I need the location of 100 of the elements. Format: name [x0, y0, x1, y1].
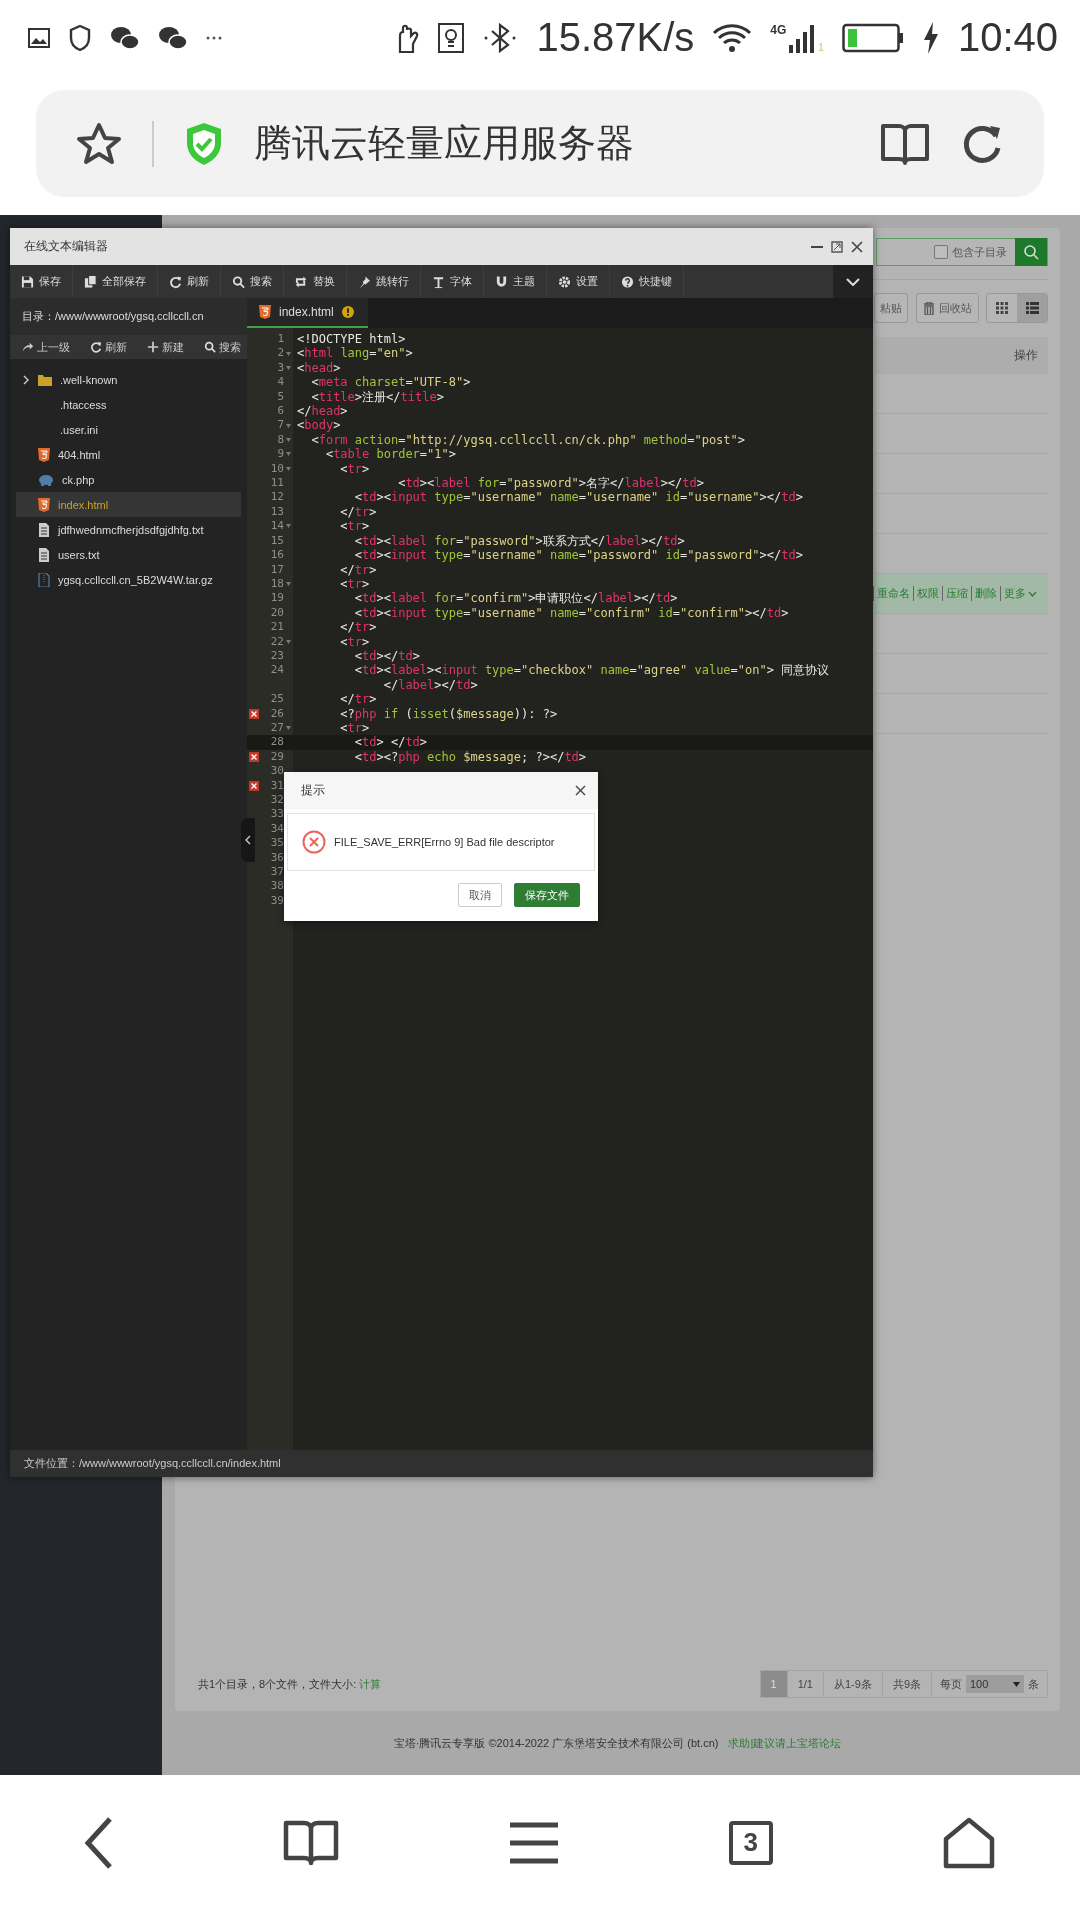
menu-button[interactable] [508, 1820, 560, 1865]
refresh-icon [90, 341, 102, 353]
document-icon [38, 522, 50, 537]
code-line: <td><label for="confirm">申请职位</label></td> [353, 591, 678, 606]
fold-icon[interactable] [286, 639, 291, 644]
file-path: 文件位置：/www/wwwroot/ygsq.ccllccll.cn/index.html [24, 1456, 281, 1471]
fold-icon[interactable] [286, 423, 291, 428]
shield-check-icon [184, 120, 224, 167]
file-item[interactable]: .user.ini [16, 417, 241, 442]
trash-icon [922, 301, 935, 315]
search-icon [1023, 244, 1039, 260]
line-number: 31 [269, 778, 284, 793]
file-item[interactable]: ygsq.ccllccll.cn_5B2W4W.tar.gz [16, 567, 241, 592]
book-icon [880, 121, 930, 166]
file-item[interactable]: users.txt [16, 542, 241, 567]
more-icon [206, 35, 222, 40]
star-icon [76, 121, 122, 166]
line-number: 1 [276, 332, 284, 347]
code-line: <td> </td> [353, 735, 428, 750]
line-number: 10 [269, 461, 284, 477]
per-page-unit: 条 [1028, 1676, 1039, 1692]
save-file-button[interactable]: 保存文件 [514, 883, 580, 907]
chat-icon [110, 24, 140, 51]
search-field[interactable]: 包含子目录 [876, 238, 1048, 266]
network-type: 4G [770, 22, 787, 37]
tree-action-button[interactable]: 刷新 [90, 339, 127, 355]
recycle-bin-button[interactable]: 回收站 [915, 293, 979, 323]
chevron-down-icon [846, 277, 860, 286]
tree-action-button[interactable]: 上一级 [22, 339, 70, 355]
code-line: <!DOCTYPE html> [296, 332, 406, 347]
fold-icon[interactable] [286, 351, 291, 356]
code-line: <td><input type="username" name="confirm" id="confirm"></td> [353, 605, 789, 621]
magnet-icon [495, 274, 508, 289]
chevron-right-icon [22, 374, 30, 385]
code-line: <head> [296, 360, 341, 376]
code-line: <tr> [339, 576, 370, 592]
line-number: 18 [269, 576, 284, 592]
expand-button[interactable] [833, 265, 873, 298]
error-message: FILE_SAVE_ERR[Errno 9] Bad file descriptor [334, 836, 555, 848]
fold-icon[interactable] [286, 452, 291, 457]
fold-icon[interactable] [286, 466, 291, 471]
line-number: 5 [276, 389, 284, 405]
line-number: 8 [276, 432, 284, 448]
code-line: <td><input type="username" name="username" id="username"></td> [353, 490, 803, 505]
bookmarks-button[interactable] [283, 1818, 340, 1867]
line-number: 39 [269, 893, 284, 909]
file-item[interactable]: .htaccess [16, 392, 241, 417]
per-page-select[interactable]: 100 [966, 1675, 1024, 1693]
file-item[interactable]: ck.php [16, 467, 241, 492]
file-item[interactable]: jdfhwednmcfherjdsdfgjdhfg.txt [16, 517, 241, 542]
maximize-icon [831, 240, 843, 253]
line-number: 16 [269, 548, 284, 563]
book-icon [283, 1818, 340, 1867]
tabs-button[interactable]: 3 [728, 1820, 773, 1865]
line-number: 23 [269, 648, 284, 664]
code-line: <html lang="en"> [296, 346, 413, 361]
fold-icon[interactable] [286, 582, 291, 587]
address-bar[interactable]: 腾讯云轻量应用服务器 [36, 90, 1044, 197]
fold-icon[interactable] [286, 438, 291, 443]
code-line: <tr> [339, 634, 370, 649]
line-number: 37 [269, 864, 284, 880]
fold-icon[interactable] [286, 366, 291, 370]
back-icon [84, 1815, 115, 1870]
editor-tab[interactable]: index.html [247, 298, 368, 328]
pin-icon [358, 274, 371, 289]
file-item[interactable]: .well-known [16, 367, 241, 392]
cancel-button[interactable]: 取消 [458, 883, 502, 907]
line-number: 22 [269, 634, 284, 649]
checkbox[interactable] [934, 245, 948, 259]
code-line: <td><label for="password">名字</label></td> [397, 476, 704, 491]
code-line: </tr> [339, 562, 377, 577]
line-number: 30 [269, 764, 284, 779]
charging-icon [921, 20, 940, 55]
dropdown-icon [1013, 1681, 1020, 1687]
back-button[interactable] [84, 1815, 115, 1870]
fold-icon[interactable] [286, 524, 291, 529]
minimize-icon [811, 245, 823, 248]
tree-action-button[interactable]: 搜索 [204, 339, 241, 355]
home-button[interactable] [941, 1816, 996, 1869]
fold-icon[interactable] [286, 726, 291, 731]
chat-icon [158, 24, 188, 51]
document-icon [38, 547, 50, 562]
code-line: <meta charset="UTF-8"> [310, 375, 471, 390]
collapse-handle[interactable] [241, 818, 255, 862]
page-info: 共9条 [882, 1671, 932, 1697]
paste-button[interactable]: 粘贴 [874, 293, 908, 323]
code-line: <title>注册</title> [310, 389, 444, 405]
search-button[interactable] [1015, 238, 1047, 266]
code-line: <td><input type="username" name="password" id="password"></td> [353, 548, 803, 563]
chevron-left-icon [245, 835, 251, 845]
bulb-card-icon [438, 22, 465, 53]
code-line: <td><label for="password">联系方式</label></td> [353, 533, 685, 549]
line-number: 14 [269, 519, 284, 534]
list-view-button[interactable] [1017, 294, 1047, 322]
text-icon [432, 274, 445, 289]
file-item[interactable]: 404.html [16, 442, 241, 467]
line-number: 15 [269, 533, 284, 549]
tree-action-button[interactable]: 新建 [147, 339, 184, 355]
shield-icon [68, 23, 92, 52]
file-item[interactable]: index.html [16, 492, 241, 517]
